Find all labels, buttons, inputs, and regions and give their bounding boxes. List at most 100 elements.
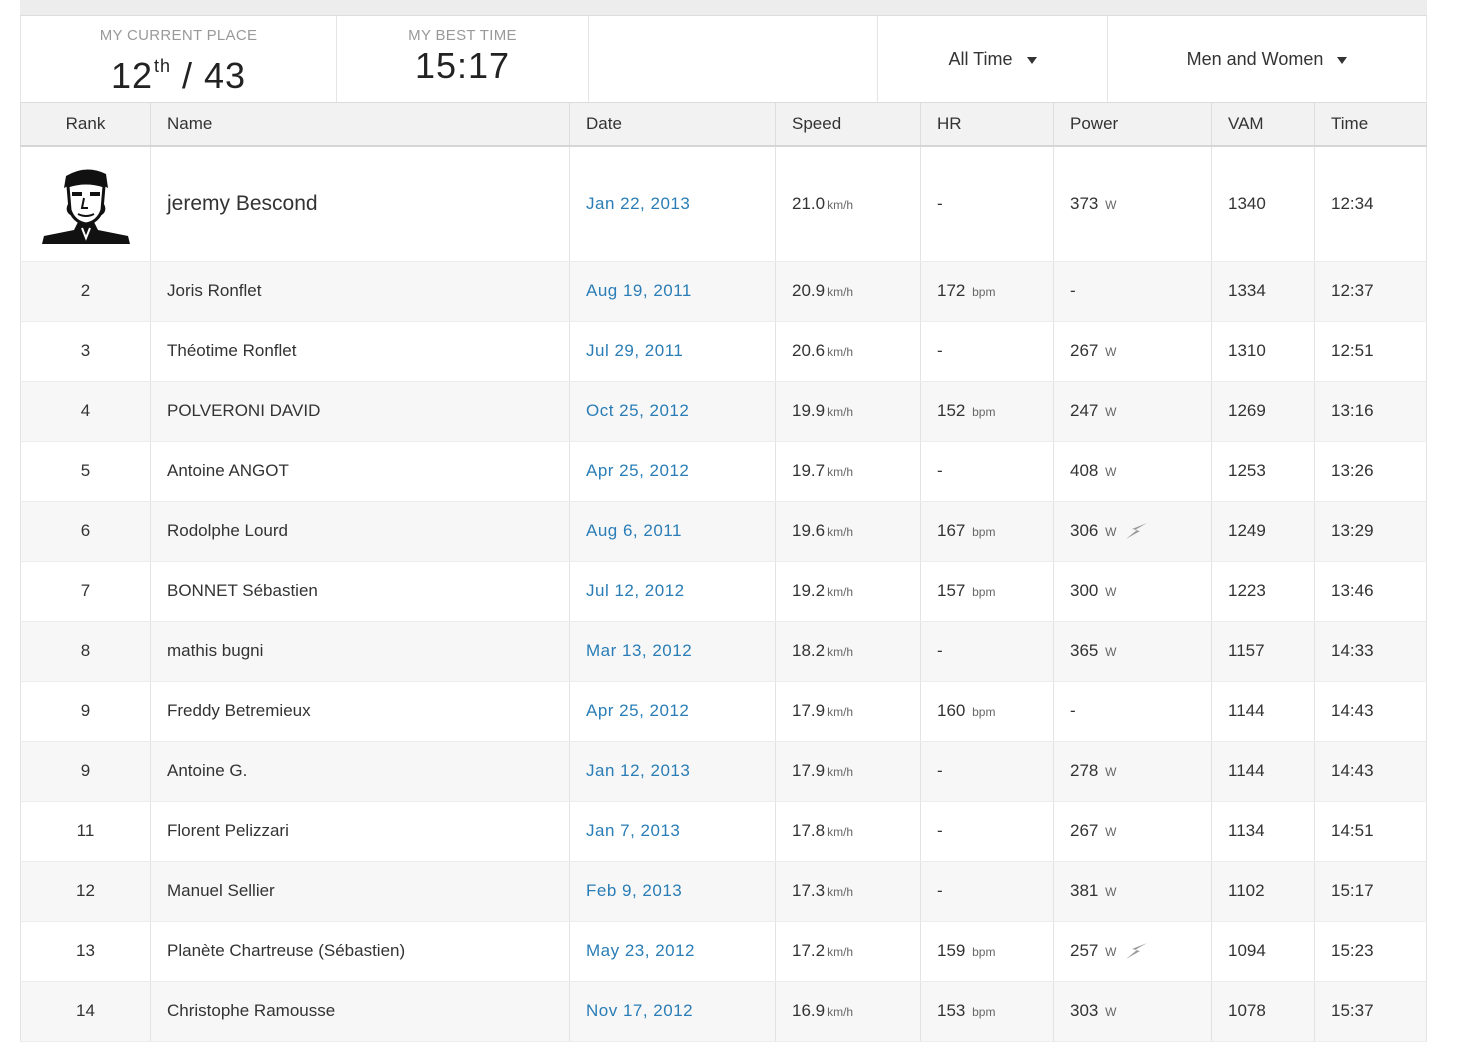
power-value: - (1070, 281, 1076, 300)
power-unit: W (1105, 405, 1117, 419)
athlete-name[interactable]: Planète Chartreuse (Sébastien) (167, 941, 405, 960)
athlete-name[interactable]: Christophe Ramousse (167, 1001, 335, 1020)
leaderboard-table: Rank Name Date Speed HR Power VAM Time j… (20, 103, 1427, 1042)
athlete-name[interactable]: Théotime Ronflet (167, 341, 296, 360)
athlete-name[interactable]: Freddy Betremieux (167, 701, 311, 720)
name-cell: Théotime Ronflet (150, 321, 570, 382)
vam-cell: 1094 (1211, 921, 1315, 982)
column-header-rank[interactable]: Rank (20, 103, 151, 147)
speed-value: 19.2 (792, 581, 826, 600)
effort-date-link[interactable]: Jan 12, 2013 (586, 761, 690, 780)
date-cell: Jul 12, 2012 (569, 561, 776, 622)
speed-value: 17.2 (792, 941, 826, 960)
athlete-name[interactable]: Florent Pelizzari (167, 821, 289, 840)
speed-cell: 17.2 km/h (775, 921, 921, 982)
hr-value: - (937, 821, 943, 840)
rank-cell: 13 (20, 921, 151, 982)
time-range-dropdown[interactable]: All Time (878, 16, 1108, 102)
athlete-name[interactable]: POLVERONI DAVID (167, 401, 320, 420)
name-cell: Florent Pelizzari (150, 801, 570, 862)
vam-cell: 1144 (1211, 741, 1315, 802)
power-unit: W (1105, 825, 1117, 839)
column-header-speed[interactable]: Speed (775, 103, 921, 147)
hr-cell: - (920, 801, 1054, 862)
speed-unit: km/h (827, 197, 854, 212)
speed-unit: km/h (827, 765, 854, 779)
gender-dropdown[interactable]: Men and Women (1108, 16, 1426, 102)
speed-value: 19.7 (792, 461, 826, 480)
power-unit: W (1105, 345, 1117, 359)
column-header-hr[interactable]: HR (920, 103, 1054, 147)
column-header-time[interactable]: Time (1314, 103, 1427, 147)
time-cell: 14:43 (1314, 681, 1427, 742)
hr-value: 153 (937, 1001, 966, 1020)
effort-date-link[interactable]: Nov 17, 2012 (586, 1001, 693, 1020)
power-value: 300 (1070, 581, 1099, 600)
power-unit: W (1105, 645, 1117, 659)
name-cell: BONNET Sébastien (150, 561, 570, 622)
vam-cell: 1249 (1211, 501, 1315, 562)
power-value: 408 (1070, 461, 1099, 480)
athlete-name[interactable]: jeremy Bescond (167, 192, 318, 215)
effort-date-link[interactable]: May 23, 2012 (586, 941, 695, 960)
column-header-name[interactable]: Name (150, 103, 570, 147)
time-cell: 15:17 (1314, 861, 1427, 922)
column-header-date[interactable]: Date (569, 103, 776, 147)
effort-date-link[interactable]: Jan 22, 2013 (586, 194, 690, 213)
hr-cell: 159 bpm (920, 921, 1054, 982)
power-cell: 306 W (1053, 501, 1212, 562)
table-row: 13 Planète Chartreuse (Sébastien) May 23, … (20, 921, 1427, 982)
vam-cell: 1134 (1211, 801, 1315, 862)
current-place-label: MY CURRENT PLACE (99, 27, 258, 44)
speed-cell: 17.8 km/h (775, 801, 921, 862)
athlete-name[interactable]: Manuel Sellier (167, 881, 275, 900)
date-cell: Mar 13, 2012 (569, 621, 776, 682)
power-unit: W (1105, 465, 1117, 479)
name-cell: Christophe Ramousse (150, 981, 570, 1042)
speed-cell: 19.9 km/h (775, 381, 921, 442)
leader-name[interactable]: jeremy Bescond (150, 146, 570, 262)
athlete-name[interactable]: Joris Ronflet (167, 281, 261, 300)
athlete-name[interactable]: BONNET Sébastien (167, 581, 318, 600)
effort-date-link[interactable]: Oct 25, 2012 (586, 401, 689, 420)
date-cell: Feb 9, 2013 (569, 861, 776, 922)
hr-cell: 152 bpm (920, 381, 1054, 442)
speed-cell: 19.2 km/h (775, 561, 921, 622)
time-cell: 14:33 (1314, 621, 1427, 682)
speed-unit: km/h (827, 585, 854, 599)
effort-date-link[interactable]: Mar 13, 2012 (586, 641, 692, 660)
speed-value: 20.9 (792, 281, 826, 300)
hr-unit: bpm (972, 285, 996, 299)
speed-unit: km/h (827, 1005, 854, 1019)
hr-value: - (937, 193, 943, 213)
power-unit: W (1105, 585, 1117, 599)
speed-value: 20.6 (792, 341, 826, 360)
effort-date-link[interactable]: Apr 25, 2012 (586, 461, 689, 480)
athlete-name[interactable]: Rodolphe Lourd (167, 521, 288, 540)
power-unit: W (1105, 765, 1117, 779)
hr-cell: 160 bpm (920, 681, 1054, 742)
athlete-name[interactable]: mathis bugni (167, 641, 263, 660)
column-header-power[interactable]: Power (1053, 103, 1212, 147)
time-cell: 13:26 (1314, 441, 1427, 502)
date-cell: Aug 6, 2011 (569, 501, 776, 562)
effort-date-link[interactable]: Aug 6, 2011 (586, 521, 682, 540)
power-value: 267 (1070, 821, 1099, 840)
athlete-name[interactable]: Antoine ANGOT (167, 461, 289, 480)
name-cell: Joris Ronflet (150, 261, 570, 322)
power-value: 267 (1070, 341, 1099, 360)
effort-date-link[interactable]: Aug 19, 2011 (586, 281, 692, 300)
effort-date-link[interactable]: Jul 12, 2012 (586, 581, 685, 600)
hr-unit: bpm (972, 945, 996, 959)
athlete-name[interactable]: Antoine G. (167, 761, 247, 780)
vam-cell: 1310 (1211, 321, 1315, 382)
rank-cell: 12 (20, 861, 151, 922)
effort-date-link[interactable]: Feb 9, 2013 (586, 881, 682, 900)
column-header-vam[interactable]: VAM (1211, 103, 1315, 147)
effort-date-link[interactable]: Jul 29, 2011 (586, 341, 683, 360)
effort-date-link[interactable]: Jan 7, 2013 (586, 821, 680, 840)
speed-value: 21.0 (792, 193, 826, 213)
power-cell: 267 W (1053, 801, 1212, 862)
avatar-icon[interactable] (37, 163, 134, 244)
effort-date-link[interactable]: Apr 25, 2012 (586, 701, 689, 720)
